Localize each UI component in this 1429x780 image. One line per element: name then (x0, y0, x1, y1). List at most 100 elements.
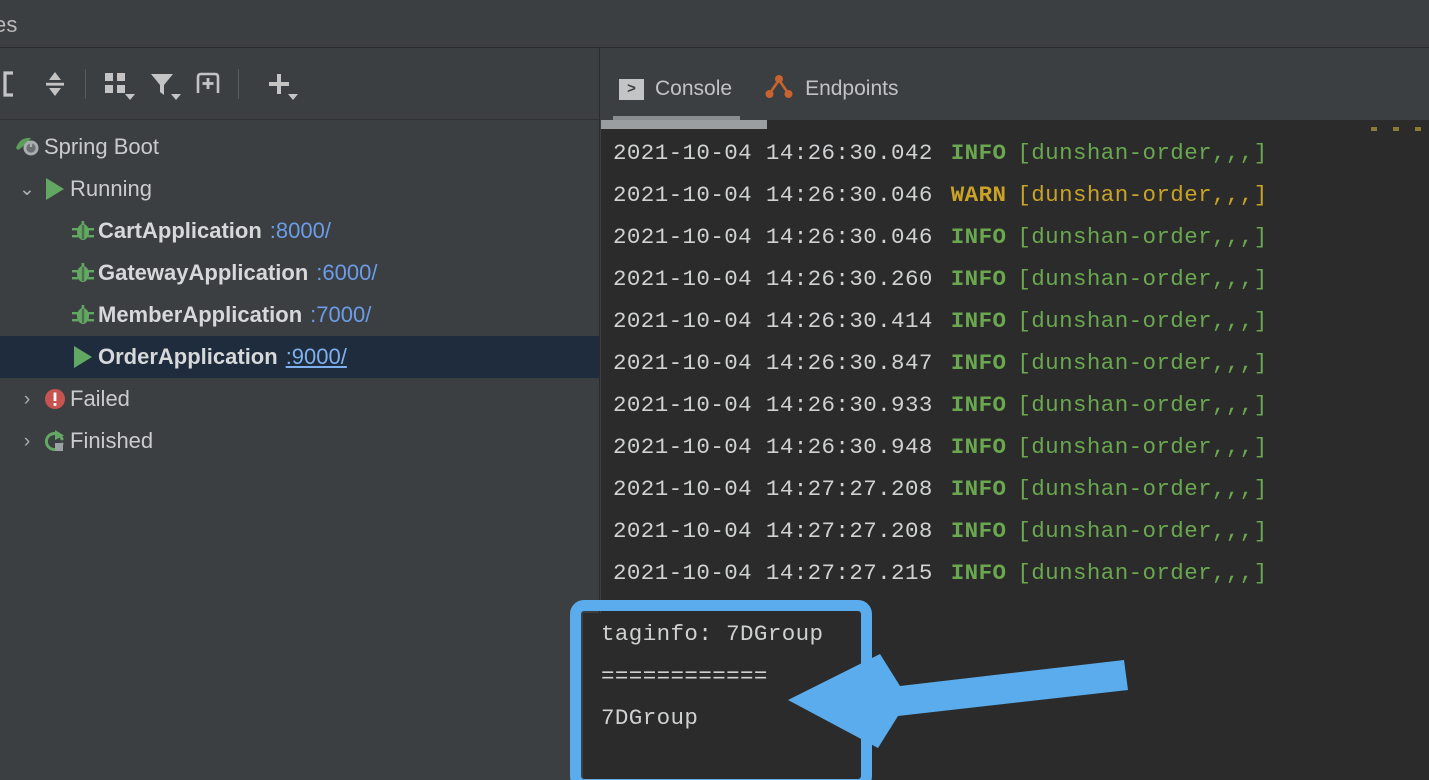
log-level: INFO (950, 518, 1007, 544)
log-timestamp: 2021-10-04 14:27:27.208 (613, 476, 933, 502)
tree-node-spring-boot[interactable]: Spring Boot (0, 126, 599, 168)
tab-label: Console (655, 77, 733, 100)
log-level: INFO (950, 140, 1007, 166)
log-timestamp: 2021-10-04 14:26:30.046 (613, 182, 933, 208)
log-timestamp: 2021-10-04 14:26:30.933 (613, 392, 933, 418)
log-level: INFO (950, 434, 1007, 460)
log-level: INFO (950, 350, 1007, 376)
tree-label: MemberApplication (98, 302, 303, 327)
chevron-down-icon (171, 94, 181, 100)
tree-label: Running (70, 176, 152, 201)
log-timestamp: 2021-10-04 14:26:30.260 (613, 266, 933, 292)
tool-window-title: es (0, 12, 18, 37)
run-icon (40, 178, 70, 200)
log-context: [dunshan-order,,,] (1017, 434, 1268, 460)
log-level: INFO (950, 392, 1007, 418)
expand-collapse-icon[interactable] (32, 61, 78, 107)
log-context: [dunshan-order,,,] (1017, 266, 1268, 292)
log-timestamp: 2021-10-04 14:26:30.042 (613, 140, 933, 166)
console-log-lines: 2021-10-04 14:26:30.042 INFO [dunshan-orde… (601, 132, 1429, 594)
log-context: [dunshan-order,,,] (1017, 476, 1268, 502)
add-icon[interactable] (256, 61, 302, 107)
console-log-line: 2021-10-04 14:27:27.215 INFO [dunshan-orde… (601, 552, 1429, 594)
console-log-line: 2021-10-04 14:27:27.208 INFO [dunshan-orde… (601, 468, 1429, 510)
log-context: [dunshan-order,,,] (1017, 308, 1268, 334)
tree-label: OrderApplication (98, 344, 278, 369)
console-log-line: 2021-10-04 14:26:30.046 WARN [dunshan-orde… (601, 174, 1429, 216)
partial-left-icon[interactable] (0, 61, 32, 107)
log-context: [dunshan-order,,,] (1017, 140, 1268, 166)
tree-node-failed[interactable]: › Failed (0, 378, 599, 420)
log-context: [dunshan-order,,,] (1017, 350, 1268, 376)
chevron-right-icon[interactable]: › (14, 390, 40, 409)
console-log-line: 2021-10-04 14:26:30.847 INFO [dunshan-orde… (601, 342, 1429, 384)
chevron-down-icon[interactable]: ⌄ (14, 180, 40, 199)
log-timestamp: 2021-10-04 14:26:30.414 (613, 308, 933, 334)
bracket-icon (3, 71, 13, 97)
console-log-line: 2021-10-04 14:26:30.046 INFO [dunshan-orde… (601, 216, 1429, 258)
log-timestamp: 2021-10-04 14:26:30.948 (613, 434, 933, 460)
tree-node-cartapplication[interactable]: CartApplication :8000/ (0, 210, 599, 252)
tab-label: Endpoints (805, 77, 899, 100)
error-icon (40, 386, 70, 412)
tree-label: CartApplication (98, 218, 262, 243)
debug-bug-icon (68, 302, 98, 328)
tab-endpoints[interactable]: Endpoints (746, 58, 912, 120)
add-frame-icon[interactable] (185, 61, 231, 107)
debug-bug-icon (68, 218, 98, 244)
tree-node-finished[interactable]: › Finished (0, 420, 599, 462)
log-context: [dunshan-order,,,] (1017, 560, 1268, 586)
console-log-line: 2021-10-04 14:26:30.260 INFO [dunshan-orde… (601, 258, 1429, 300)
tool-window-header: es (0, 0, 1429, 48)
log-level: INFO (950, 308, 1007, 334)
log-timestamp: 2021-10-04 14:26:30.847 (613, 350, 933, 376)
tree-node-orderapplication[interactable]: OrderApplication :9000/ (0, 336, 599, 378)
log-level: WARN (950, 182, 1007, 208)
log-level: INFO (950, 224, 1007, 250)
tree-node-memberapplication[interactable]: MemberApplication :7000/ (0, 294, 599, 336)
tree-node-gatewayapplication[interactable]: GatewayApplication :6000/ (0, 252, 599, 294)
endpoints-graph-icon (764, 74, 794, 105)
tree-port-link[interactable]: :8000/ (270, 218, 331, 244)
console-log-line: 2021-10-04 14:27:27.208 INFO [dunshan-orde… (601, 510, 1429, 552)
chevron-down-icon (125, 94, 135, 100)
tree-label: Spring Boot (44, 134, 159, 159)
console-log-line: 2021-10-04 14:26:30.042 INFO [dunshan-orde… (601, 132, 1429, 174)
filter-icon[interactable] (139, 61, 185, 107)
content-tabbar: > Console Endpoints (601, 48, 1429, 120)
tab-console[interactable]: > Console (601, 58, 746, 120)
run-icon (68, 346, 98, 368)
annotation-line: 7DGroup (601, 705, 699, 731)
chevron-down-icon (288, 94, 298, 100)
console-log-line: 2021-10-04 14:26:30.414 INFO [dunshan-orde… (601, 300, 1429, 342)
spring-boot-icon (14, 134, 44, 160)
log-context: [dunshan-order,,,] (1017, 224, 1268, 250)
log-context: [dunshan-order,,,] (1017, 392, 1268, 418)
console-icon: > (619, 78, 644, 100)
tree-port-link[interactable]: :9000/ (286, 344, 347, 370)
chevron-right-icon[interactable]: › (14, 432, 40, 451)
annotation-line: taginfo: 7DGroup (601, 621, 824, 647)
tree-port-link[interactable]: :6000/ (316, 260, 377, 286)
annotation-line: ============ (601, 663, 768, 689)
log-level: INFO (950, 476, 1007, 502)
log-level: INFO (950, 266, 1007, 292)
annotation-content-box: taginfo: 7DGroup ============ 7DGroup (583, 613, 859, 780)
tree-label: Failed (70, 386, 130, 411)
log-timestamp: 2021-10-04 14:27:27.208 (613, 518, 933, 544)
tree-label: Finished (70, 428, 154, 453)
horizontal-scrollbar[interactable] (601, 120, 767, 129)
services-left-panel: Spring Boot ⌄ Running CartApplication:8… (0, 48, 600, 780)
frame-plus-icon (196, 72, 220, 93)
group-by-icon[interactable] (93, 61, 139, 107)
toolbar-separator (238, 69, 239, 99)
tree-label: GatewayApplication (98, 260, 309, 285)
tree-node-running[interactable]: ⌄ Running (0, 168, 599, 210)
console-log-line: 2021-10-04 14:26:30.948 INFO [dunshan-orde… (601, 426, 1429, 468)
log-timestamp: 2021-10-04 14:26:30.046 (613, 224, 933, 250)
log-context: [dunshan-order,,,] (1017, 518, 1268, 544)
log-level: INFO (950, 560, 1007, 586)
tree-port-link[interactable]: :7000/ (310, 302, 371, 328)
log-timestamp: 2021-10-04 14:27:27.215 (613, 560, 933, 586)
services-toolbar (0, 48, 599, 120)
